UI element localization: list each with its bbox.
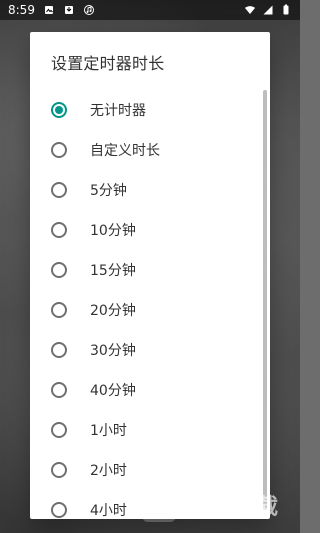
option-10-minutes[interactable]: 10分钟 [30,210,270,250]
watermark-logo: 听 [142,488,176,522]
option-label: 无计时器 [90,103,146,119]
option-label: 15分钟 [90,263,136,279]
option-custom-duration[interactable]: 自定义时长 [30,130,270,170]
radio-button[interactable] [51,342,67,358]
option-1-hour[interactable]: 1小时 [30,410,270,450]
radio-button[interactable] [51,422,67,438]
radio-button[interactable] [51,302,67,318]
options-list: 无计时器 自定义时长 5分钟 10分钟 15分钟 20分钟 30分钟 40分钟 [30,90,270,519]
option-5-minutes[interactable]: 5分钟 [30,170,270,210]
radio-button[interactable] [51,182,67,198]
music-icon [83,4,95,16]
timer-duration-dialog: 设置定时器时长 无计时器 自定义时长 5分钟 10分钟 15分钟 20分钟 30 [30,32,270,519]
radio-button[interactable] [51,462,67,478]
option-40-minutes[interactable]: 40分钟 [30,370,270,410]
option-no-timer[interactable]: 无计时器 [30,90,270,130]
battery-icon [280,4,292,16]
option-20-minutes[interactable]: 20分钟 [30,290,270,330]
scroll-thumb[interactable] [263,90,267,510]
notification-icon [43,4,55,16]
dialog-title: 设置定时器时长 [51,54,165,73]
option-2-hours[interactable]: 2小时 [30,450,270,490]
option-label: 10分钟 [90,223,136,239]
radio-button[interactable] [51,222,67,238]
option-30-minutes[interactable]: 30分钟 [30,330,270,370]
signal-icon [262,4,274,16]
option-label: 30分钟 [90,343,136,359]
wifi-icon [244,4,256,16]
option-label: 1小时 [90,423,127,439]
watermark-text: 一听下载 [184,495,281,520]
watermark: 听 一听下载 [142,488,280,522]
option-label: 2小时 [90,463,127,479]
status-left: 8:59 [8,3,95,17]
dialog-scrollbar[interactable] [263,90,267,510]
status-time: 8:59 [8,3,35,17]
option-label: 5分钟 [90,183,127,199]
option-label: 40分钟 [90,383,136,399]
radio-button[interactable] [51,262,67,278]
option-label: 自定义时长 [90,143,160,159]
radio-button[interactable] [51,102,67,118]
status-bar: 8:59 [0,0,300,20]
option-15-minutes[interactable]: 15分钟 [30,250,270,290]
option-label: 4小时 [90,503,127,519]
radio-button[interactable] [51,142,67,158]
download-icon [63,4,75,16]
option-label: 20分钟 [90,303,136,319]
status-right [244,4,292,16]
radio-button[interactable] [51,382,67,398]
radio-button[interactable] [51,502,67,518]
